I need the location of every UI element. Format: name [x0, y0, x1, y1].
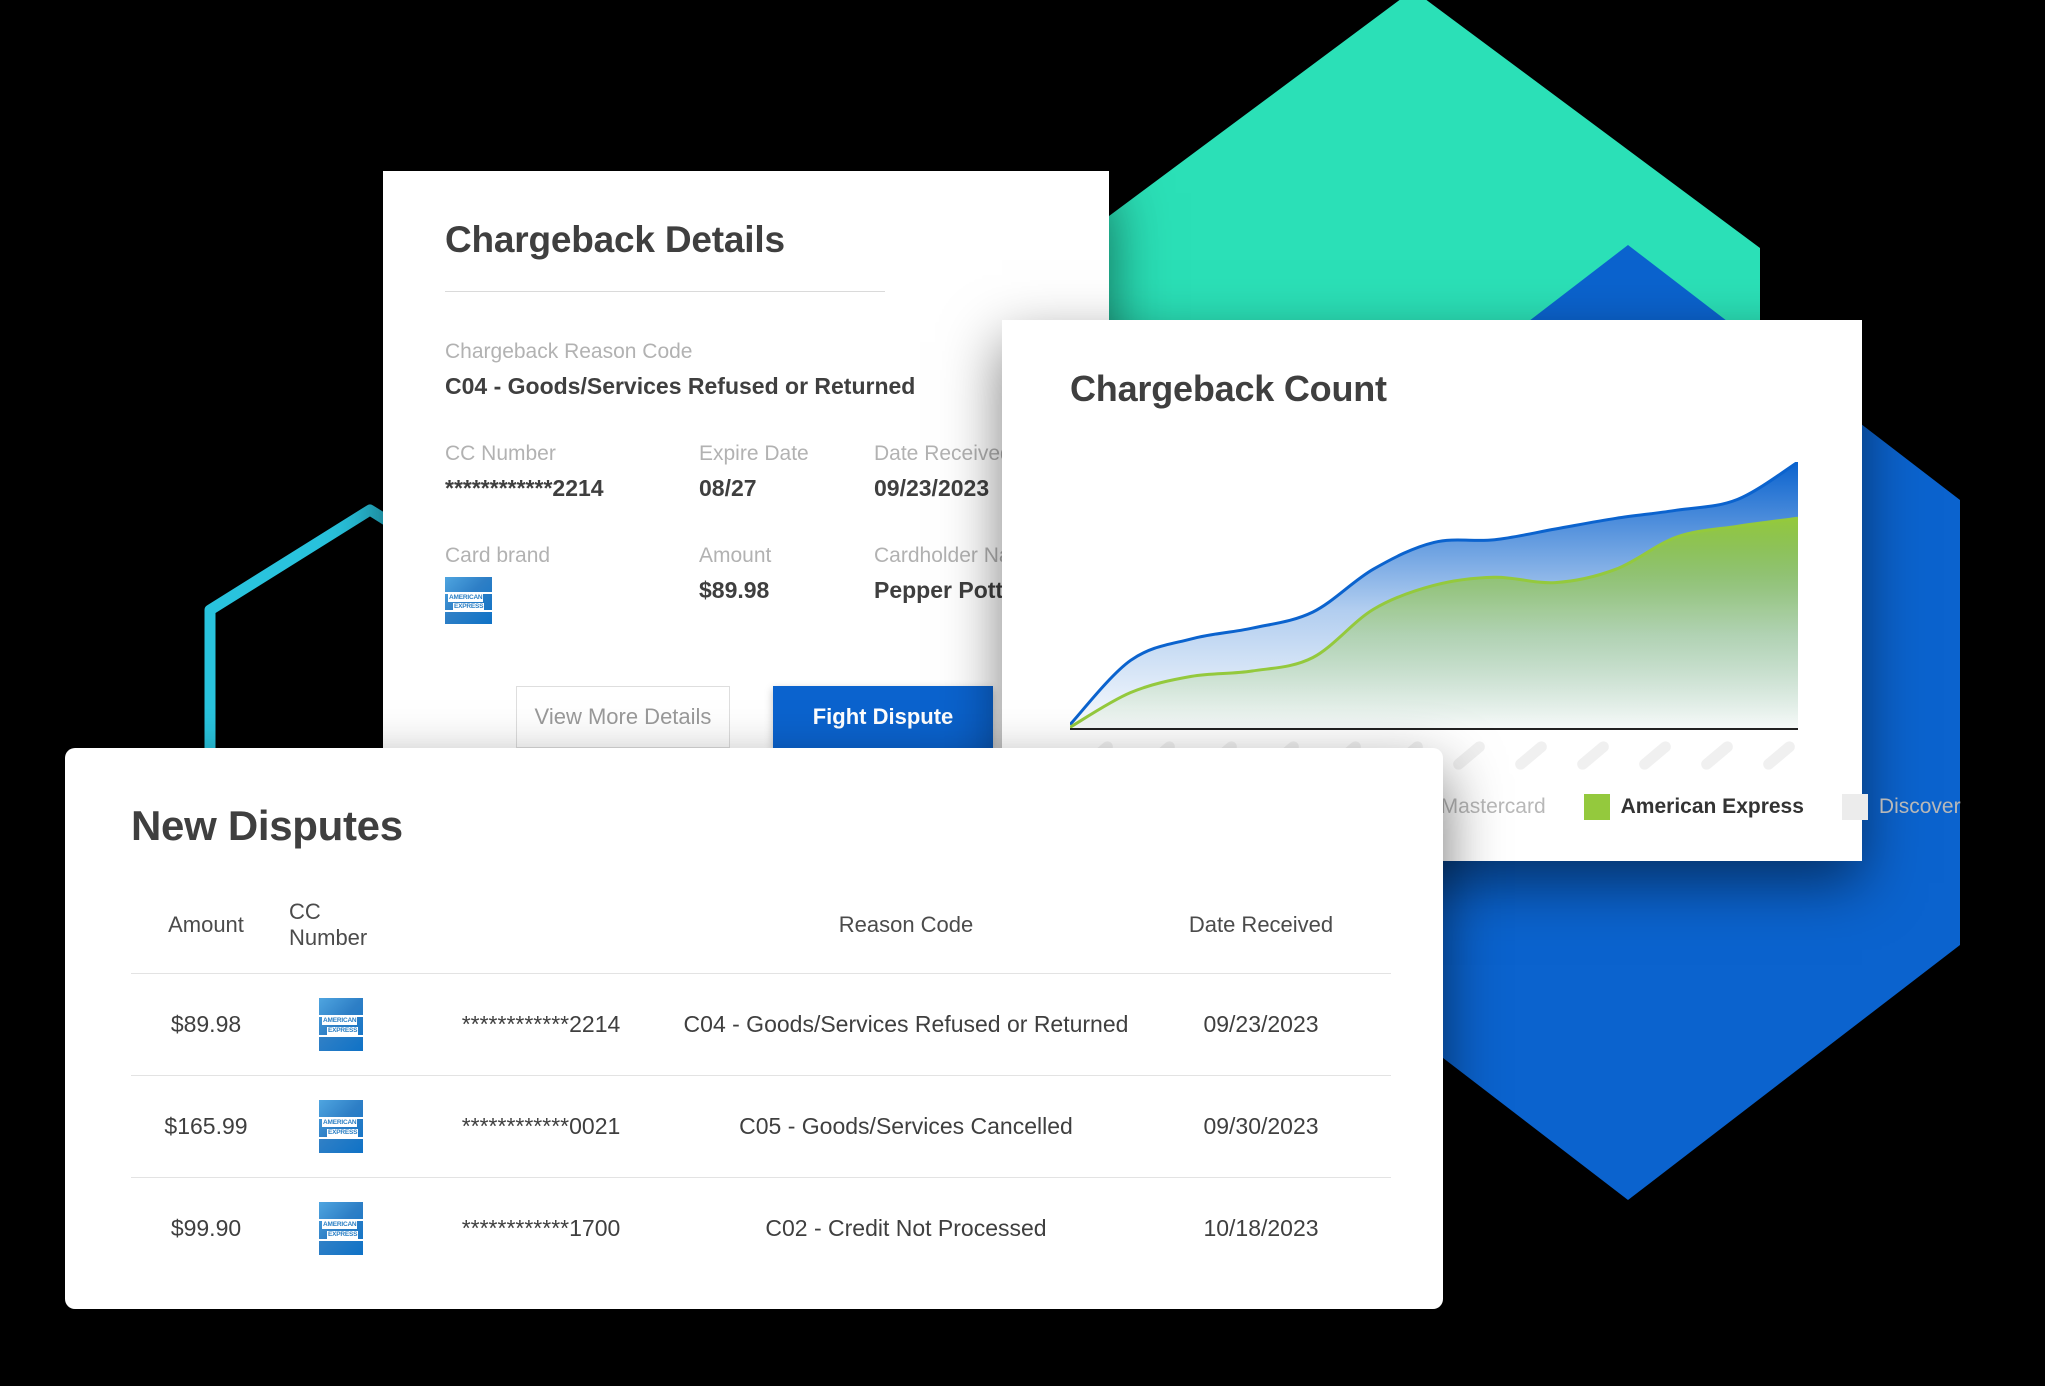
chart-title: Chargeback Count [1070, 368, 1387, 409]
cell-date-received: 09/30/2023 [1131, 1075, 1391, 1178]
amount-label: Amount [699, 544, 772, 567]
card-brand-label: Card brand [445, 544, 551, 567]
cc-number-value: ************2214 [445, 475, 604, 501]
card-brand-field: Card brand AMERICAN EXPRESS [445, 544, 699, 624]
cell-card-brand: AMERICAN EXPRESS [281, 1178, 401, 1280]
cell-amount: $99.90 [170, 1215, 242, 1241]
cell-reason-code: C02 - Credit Not Processed [765, 1215, 1047, 1241]
legend-label: Mastercard [1440, 795, 1546, 818]
new-disputes-card: New Disputes Amount CC Number Reason Cod… [65, 748, 1443, 1309]
chart-svg [1068, 460, 1799, 730]
table-row[interactable]: $89.98 AMERICAN EXPRESS ************2214 C04… [131, 973, 1391, 1076]
chargeback-count-area-chart [1068, 460, 1799, 730]
column-header-reason-code: Reason Code [681, 898, 1131, 974]
cell-card-brand: AMERICAN EXPRESS [281, 1075, 401, 1178]
amex-logo-line2: EXPRESS [453, 603, 485, 611]
amex-logo-line1: AMERICAN [322, 1119, 358, 1127]
reason-code-value: C04 - Goods/Services Refused or Returned [445, 373, 916, 399]
chart-x-axis [1070, 728, 1798, 730]
fight-dispute-button[interactable]: Fight Dispute [773, 686, 993, 748]
view-more-details-button[interactable]: View More Details [516, 686, 730, 748]
column-header-cc-number: CC Number [281, 898, 401, 974]
chargeback-details-card: Chargeback Details Chargeback Reason Cod… [383, 171, 1109, 812]
x-axis-tick-placeholder [1574, 739, 1611, 772]
cell-date-received: 10/18/2023 [1203, 1215, 1319, 1241]
cell-date-received: 09/23/2023 [1131, 973, 1391, 1076]
amount-value: $89.98 [699, 577, 770, 603]
expire-date-field: Expire Date 08/27 [699, 442, 874, 502]
x-axis-tick-placeholder [1450, 739, 1487, 772]
reason-code-field: Chargeback Reason Code C04 - Goods/Servi… [445, 340, 1047, 400]
column-header-date-received: Date Received [1131, 898, 1391, 974]
reason-code-label: Chargeback Reason Code [445, 340, 693, 363]
cell-amount: $89.98 [131, 973, 281, 1076]
details-row-2: Card brand AMERICAN EXPRESS Amount $89.9… [445, 544, 1047, 624]
table-row[interactable]: $165.99 AMERICAN EXPRESS ************0021 C0… [131, 1075, 1391, 1178]
amount-field: Amount $89.98 [699, 544, 874, 624]
amex-card-icon: AMERICAN EXPRESS [445, 577, 492, 624]
cell-cc-number: ************2214 [401, 973, 681, 1076]
details-actions: View More Details Fight Dispute [445, 686, 1047, 748]
details-row-1: CC Number ************2214 Expire Date 0… [445, 442, 1047, 502]
column-header-spacer [401, 898, 681, 974]
x-axis-tick-placeholder [1698, 739, 1735, 772]
legend-item-discover[interactable]: Discover [1841, 794, 1961, 820]
legend-item-american-express[interactable]: American Express [1583, 794, 1804, 820]
cell-reason-code: C04 - Goods/Services Refused or Returned [681, 973, 1131, 1076]
legend-label: Discover [1878, 795, 1961, 818]
x-axis-tick-placeholder [1512, 739, 1549, 772]
amex-logo-line2: EXPRESS [327, 1129, 359, 1137]
expire-date-value: 08/27 [699, 475, 757, 501]
table-row[interactable]: $99.90 AMERICAN EXPRESS ************1700 C02… [131, 1178, 1391, 1280]
table-header-row: Amount CC Number Reason Code Date Receiv… [131, 898, 1391, 974]
title-divider [445, 291, 885, 292]
new-disputes-title: New Disputes [131, 802, 403, 849]
amex-card-icon: AMERICAN EXPRESS [319, 1100, 363, 1153]
amex-logo-line1: AMERICAN [448, 594, 484, 602]
amex-logo-line1: AMERICAN [322, 1221, 358, 1229]
legend-swatch-icon [1841, 794, 1868, 820]
expire-date-label: Expire Date [699, 442, 809, 465]
amex-logo-line1: AMERICAN [322, 1017, 358, 1025]
cell-reason-code: C05 - Goods/Services Cancelled [681, 1075, 1131, 1178]
cc-number-field: CC Number ************2214 [445, 442, 699, 502]
legend-label: American Express [1620, 795, 1804, 818]
amex-card-icon: AMERICAN EXPRESS [319, 1202, 363, 1255]
cell-cc-number: ************1700 [461, 1215, 621, 1241]
legend-swatch-icon [1583, 794, 1610, 820]
column-header-amount: Amount [131, 898, 281, 974]
cell-card-brand: AMERICAN EXPRESS [281, 973, 401, 1076]
cell-cc-number: ************0021 [401, 1075, 681, 1178]
cell-amount: $165.99 [131, 1075, 281, 1178]
x-axis-tick-placeholder [1760, 739, 1797, 772]
page-title: Chargeback Details [445, 219, 785, 260]
x-axis-tick-placeholder [1636, 739, 1673, 772]
amex-logo-line2: EXPRESS [327, 1027, 359, 1035]
amex-logo-line2: EXPRESS [327, 1231, 359, 1239]
amex-card-icon: AMERICAN EXPRESS [319, 998, 363, 1051]
new-disputes-table: Amount CC Number Reason Code Date Receiv… [131, 898, 1391, 1279]
cc-number-label: CC Number [445, 442, 556, 465]
